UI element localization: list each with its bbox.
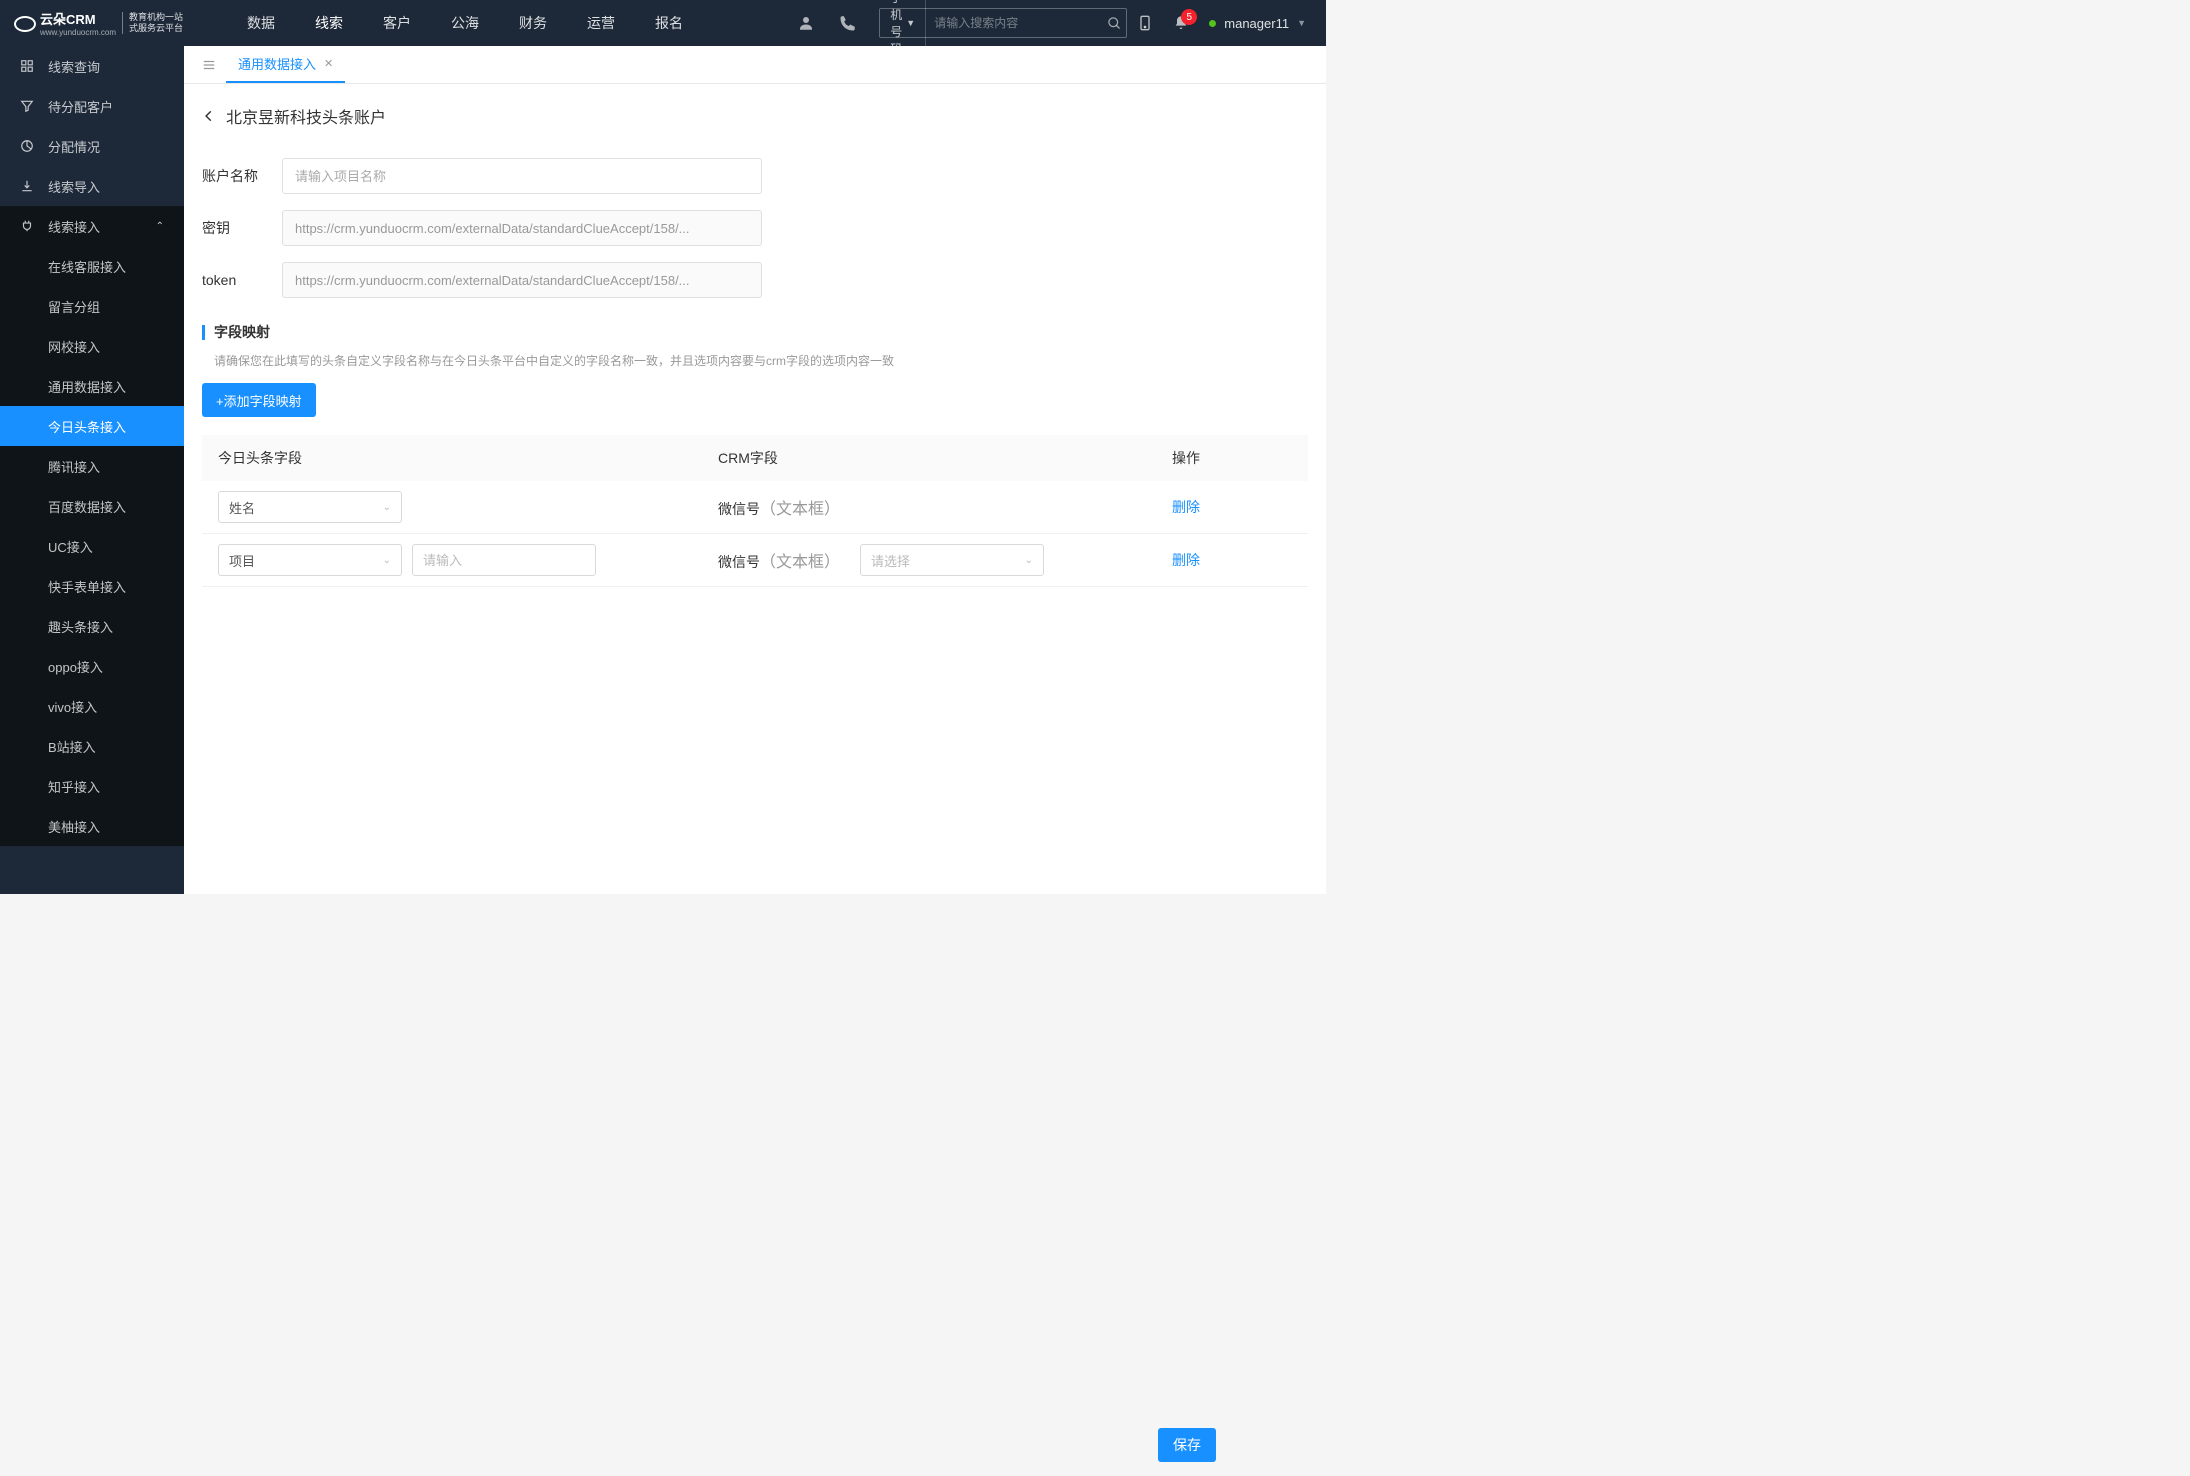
sidebar-item-clue-access[interactable]: 线索接入⌃: [0, 206, 184, 246]
topnav-item-5[interactable]: 运营: [567, 0, 635, 46]
token-label: token: [202, 272, 282, 288]
page-title: 北京昱新科技头条账户: [226, 104, 386, 128]
logo-brand: 云朵CRM: [40, 9, 116, 28]
tab-menu-icon[interactable]: [192, 58, 226, 72]
logo[interactable]: 云朵CRM www.yunduocrm.com 教育机构一站式服务云平台: [0, 0, 197, 46]
tab-bar: 通用数据接入 ✕: [184, 46, 1326, 84]
column-toutiao: 今日头条字段: [218, 448, 718, 468]
sidebar-subitem-5[interactable]: 腾讯接入: [0, 446, 184, 486]
toutiao-field-select[interactable]: 姓名⌄: [218, 491, 402, 523]
sidebar-subitem-0[interactable]: 在线客服接入: [0, 246, 184, 286]
sidebar-item-2[interactable]: 分配情况: [0, 126, 184, 166]
status-dot: [1209, 20, 1216, 27]
sidebar-subitem-2[interactable]: 网校接入: [0, 326, 184, 366]
delete-link[interactable]: 删除: [1172, 552, 1200, 568]
sidebar-subitem-13[interactable]: 知乎接入: [0, 766, 184, 806]
mapping-table: 今日头条字段 CRM字段 操作 姓名⌄微信号（文本框）删除项目⌄微信号（文本框）…: [202, 435, 1308, 587]
column-action: 操作: [1172, 448, 1292, 468]
logo-subtitle: 教育机构一站式服务云平台: [122, 12, 183, 34]
page-header: 北京昱新科技头条账户: [202, 104, 1308, 128]
back-icon[interactable]: [202, 109, 216, 123]
crm-field-type: （文本框）: [760, 501, 840, 518]
search-icon[interactable]: [1097, 16, 1132, 31]
topnav-item-1[interactable]: 线索: [295, 0, 363, 46]
section-indicator: [202, 325, 205, 340]
crm-field-type: （文本框）: [760, 554, 840, 571]
sidebar-item-1[interactable]: 待分配客户: [0, 86, 184, 126]
grid-icon: [20, 59, 36, 73]
sidebar-subitem-7[interactable]: UC接入: [0, 526, 184, 566]
chevron-down-icon: ▼: [1297, 18, 1306, 28]
logo-url: www.yunduocrm.com: [40, 28, 116, 37]
account-label: 账户名称: [202, 166, 282, 186]
cloud-icon: [14, 12, 36, 34]
topnav-item-4[interactable]: 财务: [499, 0, 567, 46]
sidebar-item-0[interactable]: 线索查询: [0, 46, 184, 86]
search-box: 手机号码▼: [879, 8, 1127, 38]
sidebar-subitem-10[interactable]: oppo接入: [0, 646, 184, 686]
tab-label: 通用数据接入: [238, 54, 316, 73]
plug-icon: [20, 219, 36, 233]
crm-field-name: 微信号: [718, 554, 760, 570]
chevron-down-icon: ⌄: [383, 502, 391, 513]
sidebar-subitem-1[interactable]: 留言分组: [0, 286, 184, 326]
topnav-item-0[interactable]: 数据: [227, 0, 295, 46]
crm-field-name: 微信号: [718, 501, 760, 517]
secret-label: 密钥: [202, 218, 282, 238]
sidebar-subitem-12[interactable]: B站接入: [0, 726, 184, 766]
top-nav: 数据线索客户公海财务运营报名: [227, 0, 785, 46]
sidebar-subitem-8[interactable]: 快手表单接入: [0, 566, 184, 606]
notification-badge: 5: [1181, 9, 1197, 25]
add-mapping-button[interactable]: +添加字段映射: [202, 383, 316, 417]
phone-icon[interactable]: [827, 14, 869, 32]
table-header: 今日头条字段 CRM字段 操作: [202, 435, 1308, 481]
mobile-icon[interactable]: [1137, 15, 1153, 31]
sidebar-subitem-3[interactable]: 通用数据接入: [0, 366, 184, 406]
token-input[interactable]: [282, 262, 762, 298]
secret-input[interactable]: [282, 210, 762, 246]
save-button[interactable]: 保存: [1158, 1428, 1216, 1462]
main-content: 通用数据接入 ✕ 北京昱新科技头条账户 账户名称 密钥 token: [184, 46, 1326, 894]
table-row: 项目⌄ 微信号（文本框） 请选择⌄ 删除: [202, 534, 1308, 587]
chevron-up-icon: ⌃: [156, 221, 164, 232]
toutiao-field-select[interactable]: 项目⌄: [218, 544, 402, 576]
table-row: 姓名⌄ 微信号（文本框） 删除: [202, 481, 1308, 534]
top-header: 云朵CRM www.yunduocrm.com 教育机构一站式服务云平台 数据线…: [0, 0, 1326, 46]
chevron-down-icon: ⌄: [1025, 555, 1033, 566]
topnav-item-2[interactable]: 客户: [363, 0, 431, 46]
user-menu[interactable]: manager11 ▼: [1209, 16, 1306, 31]
topnav-item-3[interactable]: 公海: [431, 0, 499, 46]
search-input[interactable]: [926, 16, 1097, 30]
pie-icon: [20, 139, 36, 153]
section-title: 字段映射: [214, 322, 270, 342]
filter-icon: [20, 99, 36, 113]
section-description: 请确保您在此填写的头条自定义字段名称与在今日头条平台中自定义的字段名称一致，并且…: [202, 352, 1308, 369]
account-input[interactable]: [282, 158, 762, 194]
sidebar-subitem-6[interactable]: 百度数据接入: [0, 486, 184, 526]
bell-icon[interactable]: 5: [1173, 15, 1189, 31]
delete-link[interactable]: 删除: [1172, 499, 1200, 515]
chevron-down-icon: ⌄: [383, 555, 391, 566]
crm-option-select[interactable]: 请选择⌄: [860, 544, 1044, 576]
close-icon[interactable]: ✕: [324, 57, 333, 70]
sidebar-subitem-9[interactable]: 趣头条接入: [0, 606, 184, 646]
sidebar-item-3[interactable]: 线索导入: [0, 166, 184, 206]
sidebar-subitem-14[interactable]: 美柚接入: [0, 806, 184, 846]
column-crm: CRM字段: [718, 448, 1172, 468]
topnav-item-6[interactable]: 报名: [635, 0, 703, 46]
username: manager11: [1224, 16, 1289, 31]
sidebar-subitem-4[interactable]: 今日头条接入: [0, 406, 184, 446]
export-icon: [20, 179, 36, 193]
sidebar-subitem-11[interactable]: vivo接入: [0, 686, 184, 726]
field-name-input[interactable]: [412, 544, 596, 576]
tab-active[interactable]: 通用数据接入 ✕: [226, 46, 345, 83]
sidebar: 线索查询待分配客户分配情况线索导入线索接入⌃在线客服接入留言分组网校接入通用数据…: [0, 46, 184, 894]
user-icon[interactable]: [785, 14, 827, 32]
